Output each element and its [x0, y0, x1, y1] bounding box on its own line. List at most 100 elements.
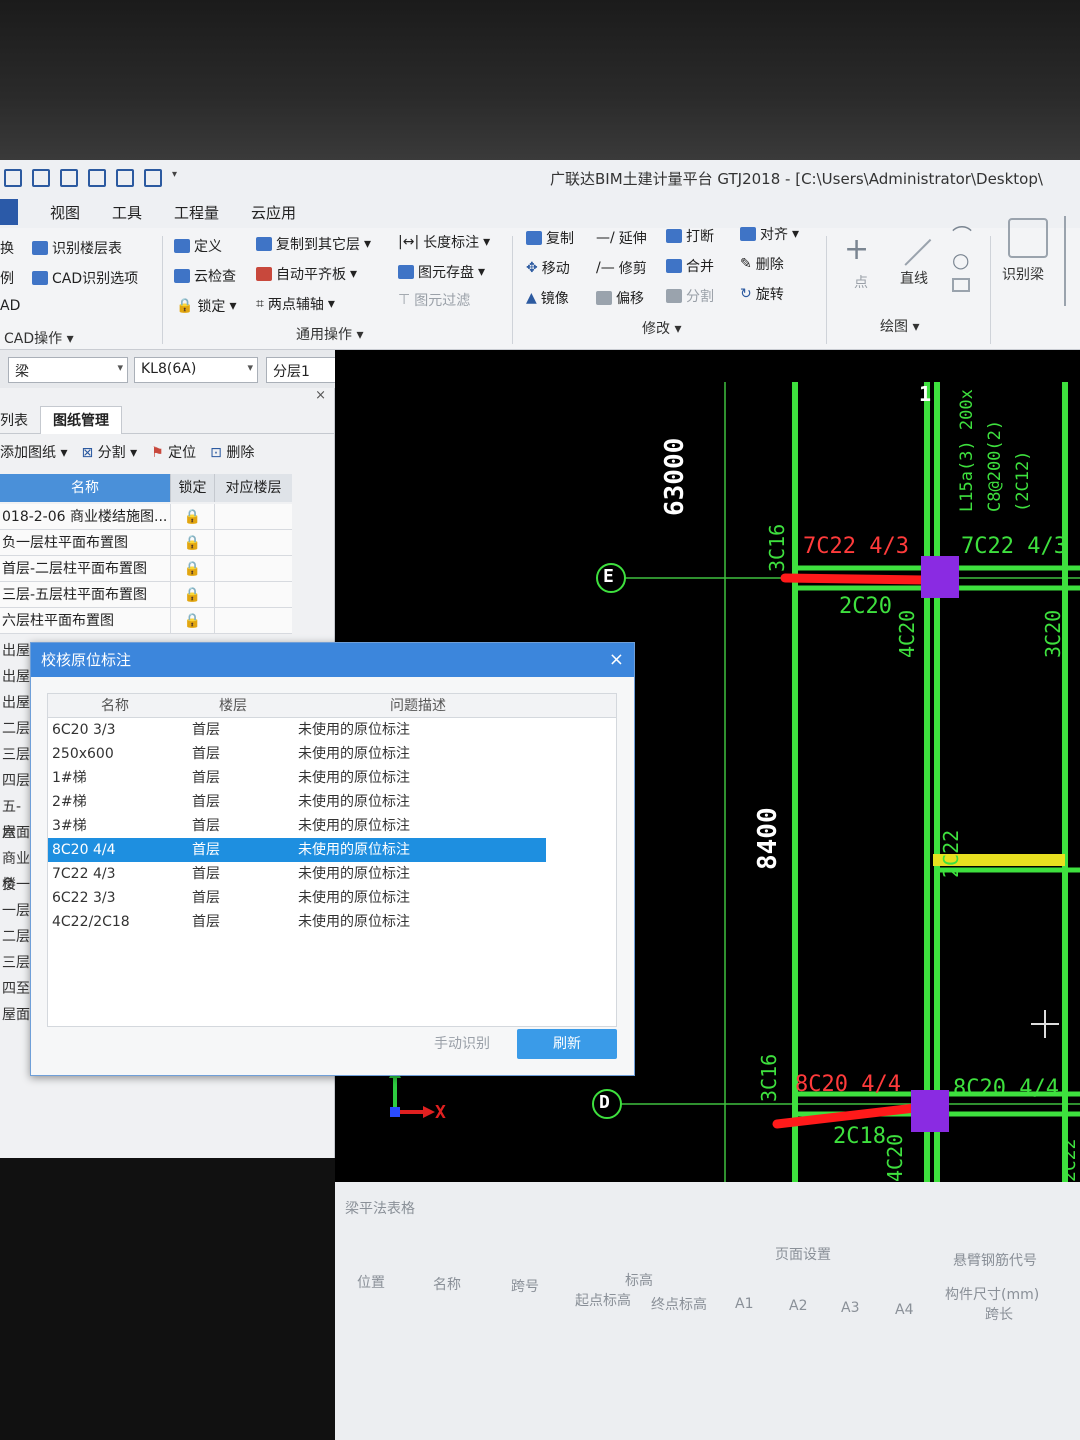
table-row[interactable]: 负一层柱平面布置图 🔒	[0, 530, 292, 556]
export-icon[interactable]	[144, 169, 162, 187]
table-row[interactable]: 1#梯 首层 未使用的原位标注	[48, 766, 616, 790]
floor-tag[interactable]: 二层	[0, 716, 34, 742]
close-panel-icon[interactable]: ×	[315, 388, 326, 403]
floor-tag[interactable]: 出屋	[0, 664, 34, 690]
component-select[interactable]: KL8(6A)	[134, 357, 258, 383]
close-icon[interactable]: ×	[609, 643, 624, 677]
table-row[interactable]: 首层-二层柱平面布置图 🔒	[0, 556, 292, 582]
table-row[interactable]: 250x600 首层 未使用的原位标注	[48, 742, 616, 766]
delete-button[interactable]: ✎ 删除	[740, 254, 784, 274]
customize-toolbar-icon[interactable]: ▾	[172, 169, 177, 187]
right-edge-icon[interactable]	[1064, 216, 1080, 306]
new-file-icon[interactable]	[4, 169, 22, 187]
col-a4: A4	[895, 1302, 914, 1318]
define-button[interactable]: 定义	[174, 236, 222, 256]
tab-quantity[interactable]: 工程量	[158, 202, 235, 223]
col-floor[interactable]: 对应楼层	[214, 474, 292, 502]
break-button[interactable]: 打断	[666, 226, 714, 246]
save-icon[interactable]	[60, 169, 78, 187]
cloud-check-button[interactable]: 云检查	[174, 266, 236, 286]
refresh-button[interactable]: 刷新	[517, 1029, 617, 1059]
table-row-selected[interactable]: 8C20 4/4 首层 未使用的原位标注	[48, 838, 546, 862]
line-tool-button[interactable]: 直线	[896, 228, 956, 294]
copy-to-other-floor-button[interactable]: 复制到其它层 ▾	[256, 234, 371, 254]
table-row[interactable]: 六层柱平面布置图 🔒	[0, 608, 292, 634]
floor-tag[interactable]: 二层	[0, 924, 34, 950]
move-button[interactable]: ✥ 移动	[526, 258, 570, 278]
trim-button[interactable]: /— 修剪	[596, 258, 647, 278]
tab-view[interactable]: 视图	[34, 202, 96, 223]
page-setup-link[interactable]: 页面设置	[775, 1244, 831, 1264]
offset-button[interactable]: 偏移	[596, 288, 644, 308]
add-drawing-button[interactable]: 添加图纸 ▾	[0, 442, 67, 462]
identify-floor-table-button[interactable]: 识别楼层表	[32, 238, 122, 258]
locate-button[interactable]: ⚑ 定位	[151, 442, 196, 462]
rectangle-icon[interactable]	[952, 278, 970, 292]
grid-icon[interactable]	[116, 169, 134, 187]
identify-beam-button[interactable]: 识别梁	[1000, 218, 1056, 288]
col-floor[interactable]: 楼层	[178, 694, 288, 717]
split-drawing-button[interactable]: ⊠ 分割 ▾	[81, 442, 137, 462]
floor-tag[interactable]: 五-六	[0, 794, 34, 841]
tab-tools[interactable]: 工具	[96, 202, 158, 223]
group-draw[interactable]: 绘图 ▾	[880, 316, 919, 336]
point-tool-button[interactable]: + 点	[844, 232, 878, 298]
delete-drawing-button[interactable]: ⊡ 删除	[210, 442, 254, 462]
extend-button[interactable]: —/延伸	[596, 228, 647, 248]
floor-tag[interactable]: 出屋	[0, 690, 34, 716]
split-button[interactable]: 分割	[666, 286, 714, 306]
active-tab-marker[interactable]	[0, 199, 18, 225]
ribbon-partial-3[interactable]: AD	[0, 298, 20, 314]
two-point-axis-button[interactable]: ⌗ 两点辅轴 ▾	[256, 294, 335, 314]
table-row[interactable]: 4C22/2C18 首层 未使用的原位标注	[48, 910, 616, 934]
rotate-button[interactable]: ↻ 旋转	[740, 284, 784, 304]
element-filter-button[interactable]: ⊤ 图元过滤	[398, 290, 470, 310]
tab-cloud[interactable]: 云应用	[235, 202, 312, 223]
floor-tag[interactable]: 四层	[0, 768, 34, 794]
save-element-button[interactable]: 图元存盘 ▾	[398, 262, 485, 282]
tab-drawing-management[interactable]: 图纸管理	[40, 405, 122, 434]
group-modify[interactable]: 修改 ▾	[642, 318, 681, 338]
floor-tag[interactable]: 三层	[0, 742, 34, 768]
floor-tag[interactable]: 一层	[0, 898, 34, 924]
group-cad-ops[interactable]: CAD操作 ▾	[4, 328, 74, 348]
merge-button[interactable]: 合并	[666, 256, 714, 276]
col-lock[interactable]: 锁定	[170, 474, 214, 502]
table-row[interactable]: 018-2-06 商业楼结施图... 🔒	[0, 504, 292, 530]
copy-button[interactable]: 复制	[526, 228, 574, 248]
ribbon-partial-1[interactable]: 换	[0, 238, 14, 258]
table-row[interactable]: 6C20 3/3 首层 未使用的原位标注	[48, 718, 616, 742]
cad-options-button[interactable]: CAD识别选项	[32, 268, 138, 288]
ribbon-partial-2[interactable]: 例	[0, 268, 14, 288]
auto-flush-slab-button[interactable]: 自动平齐板 ▾	[256, 264, 357, 284]
floor-tag[interactable]: 屋面	[0, 1002, 34, 1028]
table-row[interactable]: 2#梯 首层 未使用的原位标注	[48, 790, 616, 814]
length-dimension-button[interactable]: |↔| 长度标注 ▾	[398, 232, 490, 252]
category-select[interactable]: 梁	[8, 357, 128, 383]
lock-button[interactable]: 🔒 锁定 ▾	[176, 296, 236, 316]
table-row[interactable]: 6C22 3/3 首层 未使用的原位标注	[48, 886, 616, 910]
col-name[interactable]: 名称	[0, 474, 170, 502]
col-problem[interactable]: 问题描述	[288, 694, 538, 717]
mirror-button[interactable]: ▲ 镜像	[526, 288, 569, 308]
floor-tag[interactable]: 三层	[0, 950, 34, 976]
arc-icon[interactable]: ⌒	[952, 220, 972, 249]
tab-list[interactable]: 列表	[0, 410, 40, 430]
col-name[interactable]: 名称	[48, 694, 178, 717]
manual-identify-button[interactable]: 手动识别	[421, 1029, 503, 1059]
floor-tag[interactable]: 出屋	[0, 638, 34, 664]
floor-tag[interactable]: 商业楼	[0, 846, 34, 893]
floor-tag[interactable]: 四至	[0, 976, 34, 1002]
align-button[interactable]: 对齐 ▾	[740, 224, 799, 244]
pencil-icon[interactable]	[88, 169, 106, 187]
group-general-ops[interactable]: 通用操作 ▾	[296, 324, 363, 344]
open-file-icon[interactable]	[32, 169, 50, 187]
floor-tag[interactable]: 负一	[0, 872, 34, 898]
column-label-4c20-bottom: 4C20	[883, 1133, 907, 1182]
table-row[interactable]: 三层-五层柱平面布置图 🔒	[0, 582, 292, 608]
app-title: 广联达BIM土建计量平台 GTJ2018 - [C:\Users\Adminis…	[550, 170, 1043, 188]
table-row[interactable]: 3#梯 首层 未使用的原位标注	[48, 814, 616, 838]
table-row[interactable]: 7C22 4/3 首层 未使用的原位标注	[48, 862, 616, 886]
floor-tag[interactable]: 屋面	[0, 820, 34, 846]
circle-icon[interactable]: ○	[952, 248, 969, 272]
